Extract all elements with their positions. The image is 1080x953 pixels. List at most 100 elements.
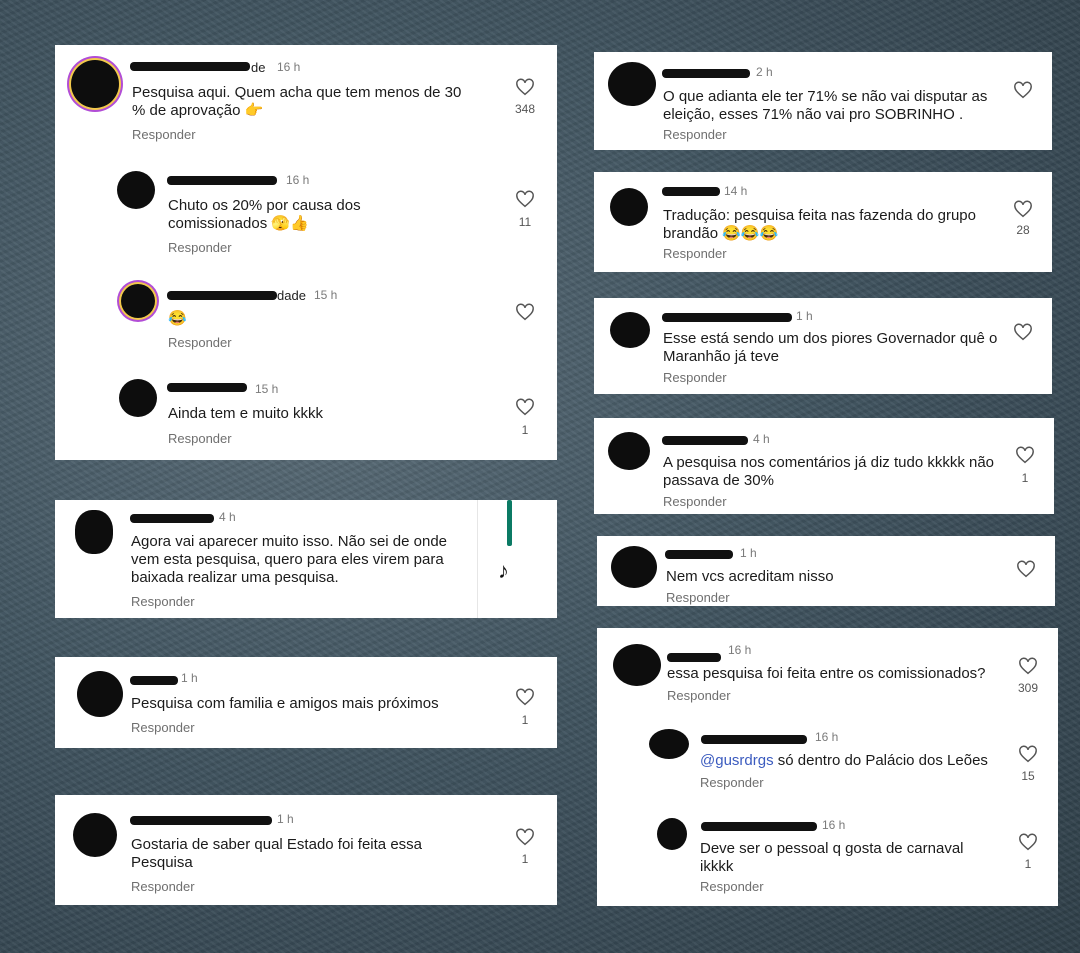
avatar[interactable] — [117, 171, 155, 209]
comment-time: 16 h — [822, 818, 846, 832]
comment-card: 1 h Esse está sendo um dos piores Govern… — [594, 298, 1052, 394]
comment-time: 16 h — [286, 173, 310, 187]
comment-card: de 16 h Pesquisa aqui. Quem acha que tem… — [55, 45, 557, 460]
comment-card: 16 h essa pesquisa foi feita entre os co… — [597, 628, 1058, 906]
like-count: 1 — [521, 852, 529, 866]
username-fragment: de — [251, 60, 266, 75]
heart-outline-icon[interactable] — [515, 398, 535, 416]
heart-outline-icon[interactable] — [515, 303, 535, 321]
reply-button[interactable]: Responder — [131, 720, 195, 735]
comment-text: Nem vcs acreditam nisso — [666, 568, 834, 585]
heart-outline-icon[interactable] — [515, 688, 535, 706]
comment-time: 16 h — [815, 730, 839, 744]
comment-text: essa pesquisa foi feita entre os comissi… — [667, 665, 986, 682]
reply-button[interactable]: Responder — [663, 127, 727, 142]
like-count: 348 — [514, 102, 536, 116]
comment-text: A pesquisa nos comentários já diz tudo k… — [663, 454, 995, 489]
redacted-username — [130, 514, 214, 523]
comment-text: Tradução: pesquisa feita nas fazenda do … — [663, 207, 976, 242]
comment-card: 1 h Nem vcs acreditam nisso Responder — [597, 536, 1055, 606]
avatar[interactable] — [73, 813, 117, 857]
comment-card: 1 h Gostaria de saber qual Estado foi fe… — [55, 795, 557, 905]
comment-text: @gusrdrgs só dentro do Palácio dos Leões — [700, 752, 1010, 770]
comment-text: Pesquisa com familia e amigos mais próxi… — [131, 695, 439, 712]
reply-button[interactable]: Responder — [666, 590, 730, 605]
avatar[interactable] — [608, 62, 656, 106]
mention-link[interactable]: @gusrdrgs — [700, 752, 774, 769]
avatar[interactable] — [613, 644, 661, 686]
comment-card: 4 h Agora vai aparecer muito isso. Não s… — [55, 500, 557, 618]
comment-text: Ainda tem e muito kkkk — [168, 405, 324, 422]
avatar[interactable] — [610, 188, 648, 226]
heart-outline-icon[interactable] — [515, 828, 535, 846]
heart-outline-icon[interactable] — [1013, 323, 1033, 341]
reply-button[interactable]: Responder — [168, 431, 232, 446]
avatar[interactable] — [610, 312, 650, 348]
reply-button[interactable]: Responder — [663, 494, 727, 509]
reply-button[interactable]: Responder — [663, 370, 727, 385]
heart-outline-icon[interactable] — [1015, 446, 1035, 464]
redacted-username — [662, 69, 750, 78]
heart-outline-icon[interactable] — [1018, 745, 1038, 763]
like-count: 1 — [521, 713, 529, 727]
heart-outline-icon[interactable] — [1013, 200, 1033, 218]
redacted-username — [662, 313, 792, 322]
redacted-username — [701, 822, 817, 831]
avatar[interactable] — [649, 729, 689, 759]
avatar[interactable] — [71, 60, 119, 108]
like-count: 1 — [521, 423, 529, 437]
comment-time: 1 h — [796, 309, 813, 323]
reply-button[interactable]: Responder — [700, 879, 764, 894]
heart-outline-icon[interactable] — [515, 190, 535, 208]
comment-time: 15 h — [255, 382, 279, 396]
redacted-username — [662, 436, 748, 445]
comment-card: 14 h Tradução: pesquisa feita nas fazend… — [594, 172, 1052, 272]
avatar[interactable] — [75, 510, 113, 554]
heart-outline-icon[interactable] — [1018, 833, 1038, 851]
avatar[interactable] — [608, 432, 650, 470]
reply-button[interactable]: Responder — [131, 594, 195, 609]
redacted-username — [167, 383, 247, 392]
comment-text: O que adianta ele ter 71% se não vai dis… — [663, 88, 988, 123]
like-count: 15 — [1021, 769, 1035, 783]
video-side-panel — [477, 500, 557, 618]
reply-button[interactable]: Responder — [663, 246, 727, 261]
comment-text: Pesquisa aqui. Quem acha que tem menos d… — [132, 84, 462, 119]
comment-text: 😂 — [168, 310, 187, 327]
reply-button[interactable]: Responder — [667, 688, 731, 703]
avatar[interactable] — [119, 379, 157, 417]
tiktok-logo-icon[interactable]: ♪ — [498, 558, 509, 584]
reply-button[interactable]: Responder — [132, 127, 196, 142]
heart-outline-icon[interactable] — [1018, 657, 1038, 675]
like-count: 28 — [1016, 223, 1030, 237]
avatar[interactable] — [77, 671, 123, 717]
comment-time: 16 h — [728, 643, 752, 657]
comment-card: 4 h A pesquisa nos comentários já diz tu… — [594, 418, 1054, 514]
comment-time: 1 h — [740, 546, 757, 560]
comment-card: 1 h Pesquisa com familia e amigos mais p… — [55, 657, 557, 748]
comment-text-body: só dentro do Palácio dos Leões — [773, 752, 988, 769]
avatar[interactable] — [611, 546, 657, 588]
comment-time: 14 h — [724, 184, 748, 198]
redacted-username — [130, 62, 250, 71]
reply-button[interactable]: Responder — [131, 879, 195, 894]
avatar[interactable] — [121, 284, 155, 318]
comment-time: 16 h — [277, 60, 301, 74]
reply-button[interactable]: Responder — [168, 240, 232, 255]
comment-time: 4 h — [753, 432, 770, 446]
comment-time: 2 h — [756, 65, 773, 79]
reply-button[interactable]: Responder — [700, 775, 764, 790]
heart-outline-icon[interactable] — [1016, 560, 1036, 578]
comment-text: Deve ser o pessoal q gosta de carnaval i… — [700, 840, 964, 875]
like-count: 1 — [1024, 857, 1032, 871]
avatar[interactable] — [657, 818, 687, 850]
username-fragment: dade — [277, 288, 306, 303]
comment-time: 1 h — [181, 671, 198, 685]
like-count: 11 — [518, 215, 532, 229]
heart-outline-icon[interactable] — [515, 78, 535, 96]
redacted-username — [662, 187, 720, 196]
reply-button[interactable]: Responder — [168, 335, 232, 350]
redacted-username — [167, 291, 277, 300]
comment-card: 2 h O que adianta ele ter 71% se não vai… — [594, 52, 1052, 150]
heart-outline-icon[interactable] — [1013, 81, 1033, 99]
